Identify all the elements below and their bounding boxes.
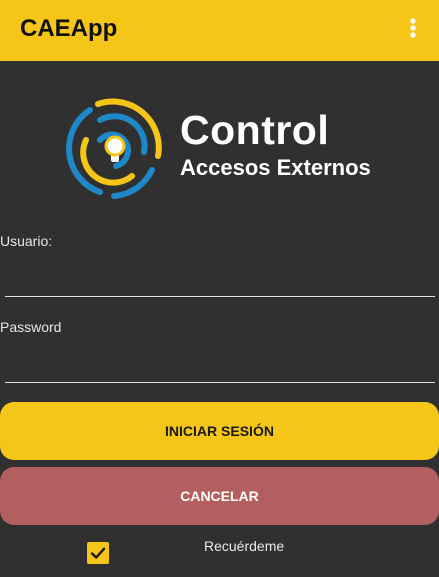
app-bar: CAEApp (0, 0, 439, 61)
logo: Control Accesos Externos (60, 96, 400, 202)
overflow-menu-button[interactable] (398, 13, 428, 43)
keyhole-rings-icon (66, 98, 162, 199)
password-input[interactable] (5, 353, 435, 383)
app-title: CAEApp (20, 15, 118, 42)
password-label: Password (0, 319, 62, 335)
logo-subtitle: Accesos Externos (180, 155, 371, 180)
remember-me-checkbox[interactable] (87, 542, 109, 564)
remember-me-label: Recuérdeme (204, 538, 285, 554)
logo-title: Control (180, 107, 330, 153)
login-button[interactable]: INICIAR SESIÓN (0, 402, 439, 460)
cancel-button[interactable]: CANCELAR (0, 467, 439, 525)
username-input[interactable] (5, 267, 435, 297)
more-vert-icon (410, 18, 416, 38)
check-icon (90, 547, 106, 559)
username-label: Usuario: (0, 233, 53, 249)
